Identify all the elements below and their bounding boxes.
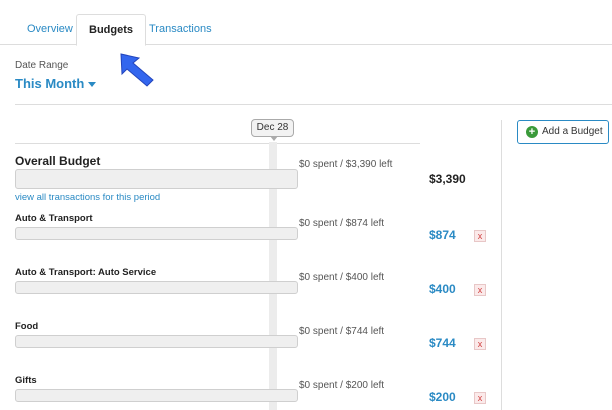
budget-amount[interactable]: $874 bbox=[429, 228, 456, 242]
date-range-dropdown[interactable]: This Month bbox=[15, 76, 97, 91]
tab-bar: Overview Budgets Transactions bbox=[0, 0, 612, 46]
budget-name: Auto & Transport: Auto Service bbox=[15, 267, 157, 278]
delete-budget-button[interactable]: x bbox=[474, 230, 486, 242]
budget-progress-bar bbox=[15, 281, 298, 294]
budget-spent-text: $0 spent / $400 left bbox=[299, 272, 385, 283]
budget-spent-text: $0 spent / $874 left bbox=[299, 218, 385, 229]
add-budget-button[interactable]: + Add a Budget bbox=[517, 120, 609, 144]
overall-amount: $3,390 bbox=[429, 172, 466, 186]
view-all-transactions-link[interactable]: view all transactions for this period bbox=[15, 192, 160, 203]
date-range-value: This Month bbox=[15, 76, 85, 91]
budget-spent-text: $0 spent / $744 left bbox=[299, 326, 385, 337]
tab-transactions[interactable]: Transactions bbox=[137, 14, 224, 45]
divider bbox=[15, 104, 612, 105]
caret-down-icon bbox=[88, 82, 97, 88]
budget-progress-bar bbox=[15, 227, 298, 240]
tab-budgets[interactable]: Budgets bbox=[76, 14, 146, 46]
delete-budget-button[interactable]: x bbox=[474, 392, 486, 404]
overall-budget-progress-bar bbox=[15, 169, 298, 189]
budget-name: Gifts bbox=[15, 375, 37, 386]
plus-circle-icon: + bbox=[526, 126, 538, 138]
pointer-arrow-icon bbox=[120, 53, 154, 87]
column-divider bbox=[501, 120, 502, 410]
divider bbox=[15, 143, 420, 144]
budget-amount[interactable]: $744 bbox=[429, 336, 456, 350]
overall-spent-text: $0 spent / $3,390 left bbox=[299, 159, 393, 170]
budget-progress-bar bbox=[15, 389, 298, 402]
add-budget-label: Add a Budget bbox=[542, 126, 603, 137]
overall-budget-title: Overall Budget bbox=[15, 154, 101, 168]
budget-name: Food bbox=[15, 321, 39, 332]
delete-budget-button[interactable]: x bbox=[474, 338, 486, 350]
delete-budget-button[interactable]: x bbox=[474, 284, 486, 296]
timeline-date-marker: Dec 28 bbox=[251, 119, 294, 141]
budget-amount[interactable]: $400 bbox=[429, 282, 456, 296]
date-range-label: Date Range bbox=[15, 60, 69, 71]
budget-name: Auto & Transport bbox=[15, 213, 93, 224]
budget-spent-text: $0 spent / $200 left bbox=[299, 380, 385, 391]
tab-overview[interactable]: Overview bbox=[15, 14, 85, 45]
budget-progress-bar bbox=[15, 335, 298, 348]
budget-amount[interactable]: $200 bbox=[429, 390, 456, 404]
